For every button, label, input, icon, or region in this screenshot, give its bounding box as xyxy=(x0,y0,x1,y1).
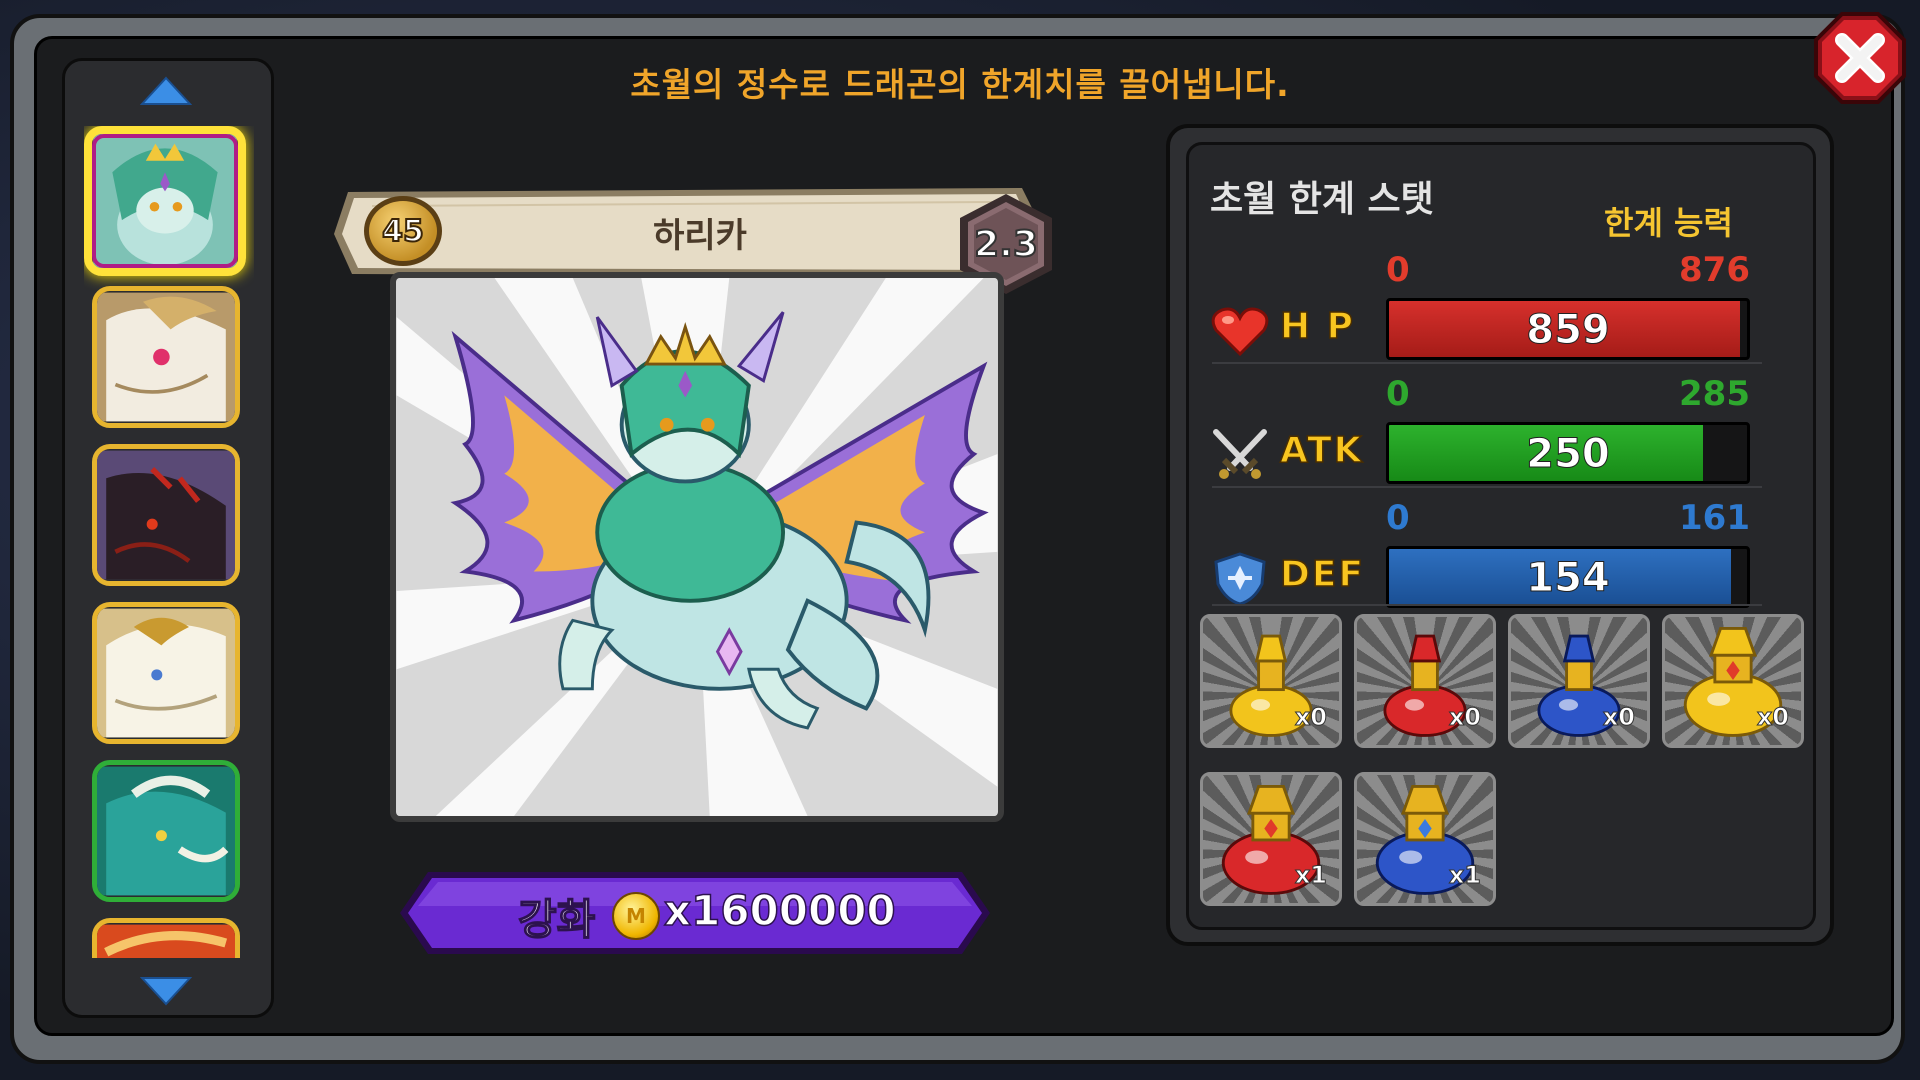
dragon-thumbnail xyxy=(97,450,235,580)
dragon-thumbnail xyxy=(97,292,235,422)
potion-slot-large-yellow[interactable]: x0 xyxy=(1662,614,1804,748)
potion-count: x0 xyxy=(1448,703,1481,732)
grade-value: 2.3 xyxy=(973,223,1039,266)
potion-slot-large-red[interactable]: x1 xyxy=(1200,772,1342,906)
game-screen: 초월의 정수로 드래곤의 한계치를 끌어냅니다. 45 하리카 2.3 강화 M… xyxy=(0,0,1920,1080)
dragon-slot-white-gold-2[interactable] xyxy=(92,602,240,744)
dragon-slot-black[interactable] xyxy=(92,444,240,586)
page-subtitle: 초월의 정수로 드래곤의 한계치를 끌어냅니다. xyxy=(630,65,1290,104)
dragon-thumbnail xyxy=(97,766,235,896)
dragon-list xyxy=(84,126,254,958)
potion-count: x1 xyxy=(1294,861,1327,890)
divider xyxy=(1212,604,1762,606)
dragon-slot-white-gold[interactable] xyxy=(92,286,240,428)
potion-count: x0 xyxy=(1294,703,1327,732)
triangle-down-icon xyxy=(139,977,193,1006)
stat-bar: 859 xyxy=(1386,298,1750,360)
stat-name: H P xyxy=(1279,305,1356,348)
stat-min: 0 xyxy=(1386,250,1410,290)
divider xyxy=(1212,486,1762,488)
dragon-name: 하리카 xyxy=(653,216,747,256)
dragon-artwork xyxy=(396,278,998,816)
triangle-up-icon xyxy=(139,76,193,105)
dragon-thumbnail xyxy=(97,924,235,958)
crossed-swords-icon xyxy=(1210,428,1270,482)
close-button[interactable] xyxy=(1812,10,1908,106)
stat-row-hp: H P 0 876 859 xyxy=(1210,246,1780,366)
stat-name: ATK xyxy=(1279,429,1364,472)
limit-ability-label: 한계 능력 xyxy=(1604,204,1733,242)
dragon-thumbnail xyxy=(97,608,235,738)
coin-icon: M xyxy=(612,892,660,940)
stat-value: 154 xyxy=(1526,555,1611,602)
stat-row-def: DEF 0 161 154 xyxy=(1210,494,1780,614)
upgrade-label: 강화 xyxy=(517,894,596,945)
dragon-slot-red[interactable] xyxy=(92,918,240,958)
upgrade-button[interactable]: 강화 M x1600000 xyxy=(398,870,992,956)
stat-bar: 250 xyxy=(1386,422,1750,484)
potion-slot-large-blue[interactable]: x1 xyxy=(1354,772,1496,906)
stat-row-atk: ATK 0 285 250 xyxy=(1210,370,1780,490)
close-x-icon xyxy=(1814,12,1906,104)
potion-count: x1 xyxy=(1448,861,1481,890)
stat-min: 0 xyxy=(1386,498,1410,538)
shield-icon xyxy=(1210,552,1270,606)
stat-value: 250 xyxy=(1526,431,1611,478)
stat-name: DEF xyxy=(1279,553,1366,596)
heart-icon xyxy=(1210,304,1270,358)
stat-value: 859 xyxy=(1526,307,1611,354)
upgrade-cost: x1600000 xyxy=(663,885,896,936)
dragon-portrait xyxy=(390,272,1004,822)
slot-frame xyxy=(92,134,238,268)
scroll-down-button[interactable] xyxy=(139,976,193,1006)
level-value: 45 xyxy=(381,213,425,250)
stat-max: 161 xyxy=(1679,498,1750,538)
potion-slot-red[interactable]: x0 xyxy=(1354,614,1496,748)
dragon-slot-teal[interactable] xyxy=(92,760,240,902)
stat-min: 0 xyxy=(1386,374,1410,414)
stat-max: 876 xyxy=(1679,250,1750,290)
potion-slot-yellow[interactable]: x0 xyxy=(1200,614,1342,748)
potion-slot-blue[interactable]: x0 xyxy=(1508,614,1650,748)
stat-max: 285 xyxy=(1679,374,1750,414)
divider xyxy=(1212,362,1762,364)
stat-bar: 154 xyxy=(1386,546,1750,608)
level-badge: 45 xyxy=(364,196,442,266)
dragon-slot-haricka[interactable] xyxy=(84,126,246,276)
potion-count: x0 xyxy=(1602,703,1635,732)
stats-title: 초월 한계 스탯 xyxy=(1210,179,1434,220)
scroll-up-button[interactable] xyxy=(139,76,193,106)
potion-count: x0 xyxy=(1756,703,1789,732)
